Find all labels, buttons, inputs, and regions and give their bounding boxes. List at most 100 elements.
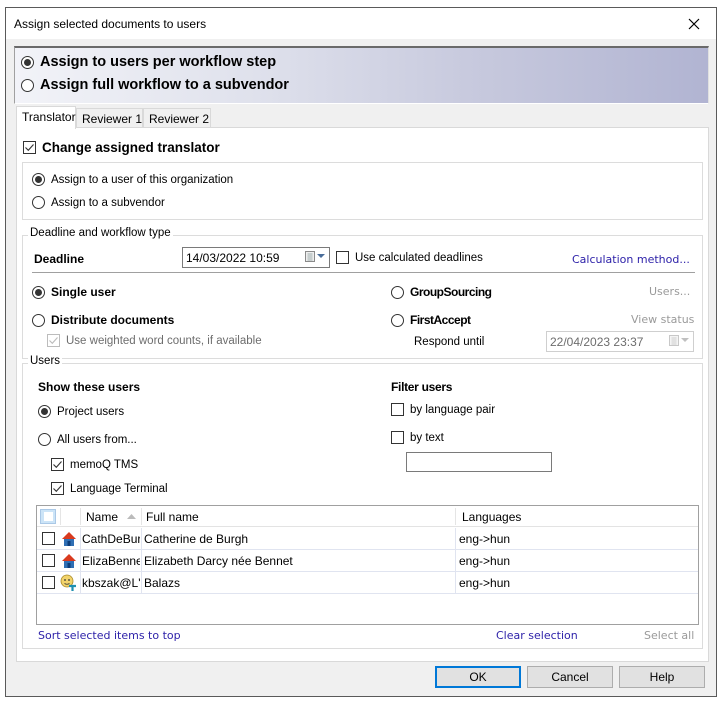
table-row[interactable]: kbszak@L' Balazs eng->hun <box>37 572 698 594</box>
radio-indicator[interactable] <box>38 405 51 418</box>
assign-subvendor-radio[interactable]: Assign to a subvendor <box>32 196 165 209</box>
close-button[interactable] <box>672 8 716 39</box>
title-bar: Assign selected documents to users <box>6 8 716 39</box>
table-row[interactable]: CathDeBur Catherine de Burgh eng->hun <box>37 528 698 550</box>
house-icon <box>61 553 77 572</box>
respond-until-value: 22/04/2023 23:37 <box>550 335 644 349</box>
use-calculated-deadlines-checkbox[interactable]: Use calculated deadlines <box>336 251 483 264</box>
users-group-legend: Users <box>28 355 63 367</box>
project-users-radio[interactable]: Project users <box>38 405 124 418</box>
checkmark-icon <box>49 337 58 345</box>
view-status-link[interactable]: View status <box>631 313 694 326</box>
radio-indicator[interactable] <box>391 285 404 299</box>
calendar-icon <box>669 335 679 346</box>
checkbox-indicator[interactable] <box>51 482 64 495</box>
column-header-full-name[interactable]: Full name <box>146 506 199 527</box>
distribute-documents-radio[interactable]: Distribute documents <box>32 313 174 327</box>
tab-reviewer-2[interactable]: Reviewer 2 <box>143 108 211 128</box>
cancel-button[interactable]: Cancel <box>527 666 613 688</box>
checkbox-indicator[interactable] <box>336 251 349 264</box>
calendar-icon <box>305 251 315 262</box>
deadline-label: Deadline <box>34 252 85 266</box>
radio-indicator[interactable] <box>32 196 45 209</box>
deadline-group-legend: Deadline and workflow type <box>28 227 173 239</box>
checkbox-indicator[interactable] <box>391 431 404 444</box>
groupsourcing-radio[interactable]: GroupSourcing <box>391 285 492 299</box>
translator-tab-page: Change assigned translator Assign to a u… <box>16 127 709 662</box>
assign-target-group <box>22 162 703 220</box>
radio-indicator[interactable] <box>391 313 404 327</box>
table-row[interactable]: ElizaBenne Elizabeth Darcy née Bennet en… <box>37 550 698 572</box>
house-icon <box>61 531 77 550</box>
deadline-value: 14/03/2022 10:59 <box>186 251 280 265</box>
mode-option-label: Assign full workflow to a subvendor <box>40 77 289 93</box>
tab-reviewer-1[interactable]: Reviewer 1 <box>76 108 143 128</box>
filter-users-heading: Filter users <box>391 380 453 394</box>
firstaccept-radio[interactable]: FirstAccept <box>391 313 471 327</box>
users-grid: Name Full name Languages CathDeBur Cathe… <box>36 505 699 625</box>
mode-per-workflow-step-radio[interactable]: Assign to users per workflow step <box>21 54 276 70</box>
deadline-date-picker[interactable]: 14/03/2022 10:59 <box>182 247 330 268</box>
clear-selection-link[interactable]: Clear selection <box>496 629 578 642</box>
all-users-from-radio[interactable]: All users from... <box>38 433 137 446</box>
respond-until-date-picker[interactable]: 22/04/2023 23:37 <box>546 331 694 352</box>
chevron-down-icon <box>317 254 325 258</box>
filter-by-language-pair-checkbox[interactable]: by language pair <box>391 403 495 416</box>
mode-full-workflow-subvendor-radio[interactable]: Assign full workflow to a subvendor <box>21 77 289 93</box>
row-checkbox[interactable] <box>42 532 55 545</box>
show-option-label: Project users <box>57 405 125 418</box>
radio-indicator[interactable] <box>32 313 45 327</box>
calculation-method-link[interactable]: Calculation method... <box>572 253 690 266</box>
sort-selected-to-top-link[interactable]: Sort selected items to top <box>38 629 181 642</box>
languages-cell: eng->hun <box>459 576 511 590</box>
assign-organization-user-radio[interactable]: Assign to a user of this organization <box>32 173 233 186</box>
column-header-languages[interactable]: Languages <box>462 506 521 527</box>
checkbox-indicator[interactable] <box>47 334 60 347</box>
source-label: Language Terminal <box>70 482 168 495</box>
radio-indicator[interactable] <box>21 78 34 92</box>
select-all-header-checkbox[interactable] <box>40 509 56 524</box>
tab-translator[interactable]: Translator <box>16 106 76 129</box>
user-name-cell: kbszak@L' <box>82 576 140 590</box>
change-assigned-translator-checkbox[interactable]: Change assigned translator <box>23 140 220 155</box>
assign-documents-dialog: Assign selected documents to users Assig… <box>5 7 717 697</box>
language-terminal-checkbox[interactable]: Language Terminal <box>51 482 168 495</box>
workflow-type-label: Single user <box>51 285 116 299</box>
workflow-type-label: FirstAccept <box>410 313 471 327</box>
checkbox-indicator[interactable] <box>51 458 64 471</box>
user-name-cell: CathDeBur <box>82 532 140 546</box>
single-user-radio[interactable]: Single user <box>32 285 116 299</box>
memoq-tms-checkbox[interactable]: memoQ TMS <box>51 458 138 471</box>
weighted-word-counts-checkbox[interactable]: Use weighted word counts, if available <box>47 334 262 347</box>
filter-text-input[interactable] <box>406 452 552 472</box>
assignment-mode-panel: Assign to users per workflow step Assign… <box>14 46 709 104</box>
full-name-cell: Balazs <box>144 576 181 590</box>
row-checkbox[interactable] <box>42 554 55 567</box>
radio-indicator[interactable] <box>38 433 51 446</box>
assign-option-label: Assign to a subvendor <box>51 196 165 209</box>
users-link[interactable]: Users... <box>649 285 690 298</box>
full-name-cell: Catherine de Burgh <box>144 532 249 546</box>
filter-by-text-checkbox[interactable]: by text <box>391 431 444 444</box>
source-label: memoQ TMS <box>70 458 139 471</box>
checkbox-indicator[interactable] <box>23 141 36 154</box>
use-calculated-label: Use calculated deadlines <box>355 251 483 264</box>
calendar-dropdown-button[interactable] <box>305 251 325 262</box>
window-title: Assign selected documents to users <box>14 17 207 31</box>
column-header-label: Name <box>86 510 119 524</box>
calendar-dropdown-button[interactable] <box>669 335 689 346</box>
radio-indicator[interactable] <box>21 55 34 69</box>
chevron-down-icon <box>681 338 689 342</box>
full-name-cell: Elizabeth Darcy née Bennet <box>144 554 293 568</box>
radio-indicator[interactable] <box>32 173 45 186</box>
weighted-word-counts-label: Use weighted word counts, if available <box>66 334 262 347</box>
row-checkbox[interactable] <box>42 576 55 589</box>
radio-indicator[interactable] <box>32 285 45 299</box>
select-all-link[interactable]: Select all <box>644 629 694 642</box>
help-button[interactable]: Help <box>619 666 705 688</box>
checkmark-icon <box>53 461 62 469</box>
column-header-name[interactable]: Name <box>86 506 141 527</box>
checkbox-indicator[interactable] <box>391 403 404 416</box>
workflow-type-label: GroupSourcing <box>410 285 492 299</box>
ok-button[interactable]: OK <box>435 666 521 688</box>
